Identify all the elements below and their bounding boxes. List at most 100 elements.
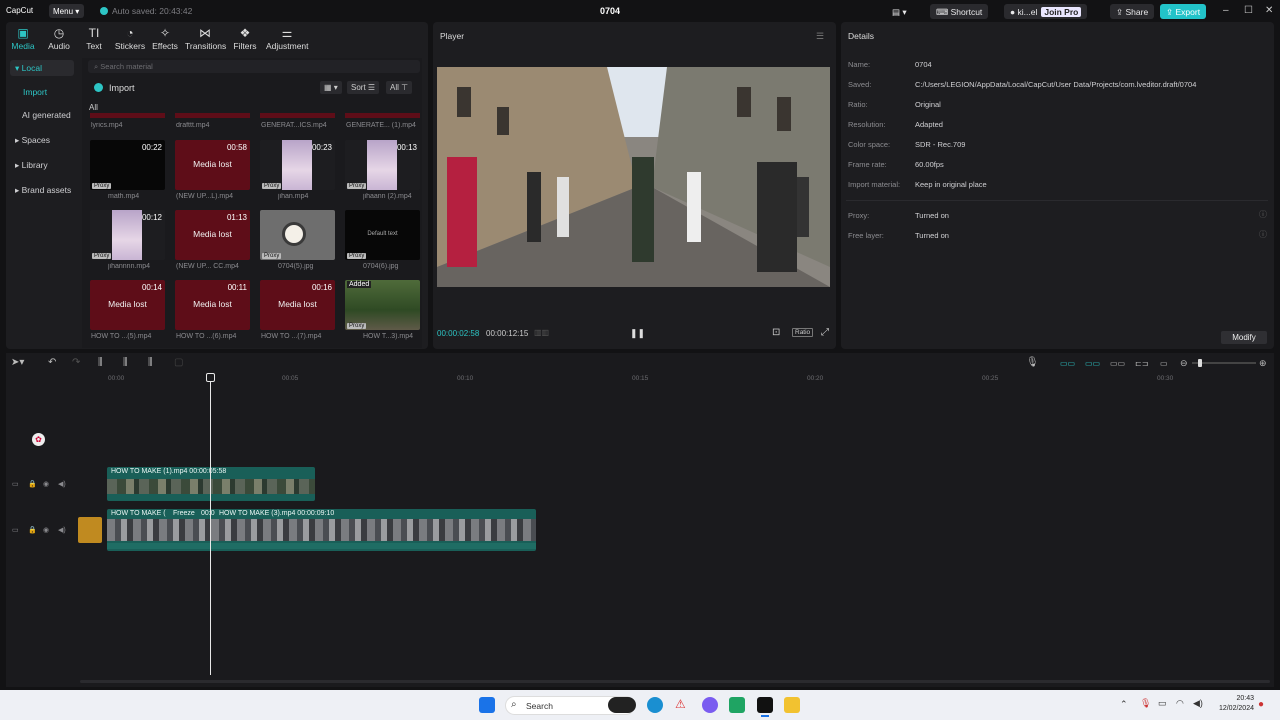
tab-filters[interactable]: ❖ Filters (225, 25, 265, 51)
redo-icon[interactable]: ↷ (72, 357, 80, 368)
zoom-in-icon[interactable]: ⊕ (1259, 358, 1267, 369)
media-card[interactable]: 00:23 Proxy (260, 140, 335, 190)
media-card[interactable]: Proxy (260, 210, 335, 260)
chevron-up-icon[interactable]: ⌃ (1120, 699, 1128, 710)
view-toggle-button[interactable]: ▦ ▾ (320, 81, 342, 94)
media-card[interactable]: 00:22 Proxy (90, 140, 165, 190)
filter-button[interactable]: All ⊤ (386, 81, 413, 94)
media-card[interactable]: 00:14 Media lost (90, 280, 165, 330)
main-track-magnet-icon[interactable]: ▭▭ (1060, 359, 1075, 368)
sidebar-item-brand-assets[interactable]: ▸ Brand assets (10, 182, 74, 198)
file-explorer-icon[interactable] (784, 697, 800, 713)
volume-icon[interactable]: ◀) (1193, 698, 1203, 709)
microphone-icon[interactable]: 🎙 (1026, 357, 1039, 368)
tab-transitions[interactable]: ⋈ Transitions (185, 25, 227, 51)
info-icon[interactable]: ⓘ (1259, 229, 1267, 240)
split-right-icon[interactable]: ⫼ (148, 357, 153, 368)
network-icon[interactable]: ▭ (1158, 698, 1167, 709)
zoom-out-icon[interactable]: ⊖ (1180, 358, 1188, 369)
media-card-top[interactable] (90, 113, 165, 118)
modify-button[interactable]: Modify (1221, 331, 1267, 344)
join-pro-badge[interactable]: Join Pro (1041, 7, 1082, 17)
close-icon[interactable]: ✕ (1265, 5, 1273, 16)
crop-icon[interactable]: ⊡ (772, 327, 780, 338)
captions-icon[interactable]: ▭ (1160, 359, 1168, 368)
media-card[interactable]: 00:13 Proxy (345, 140, 420, 190)
delete-icon[interactable]: ▢ (174, 357, 183, 368)
share-button[interactable]: ⇪ Share (1110, 4, 1155, 19)
playhead-handle[interactable] (206, 373, 215, 382)
user-account-button[interactable]: ● ki...el Join Pro (1004, 4, 1088, 19)
media-card[interactable]: Default text Proxy (345, 210, 420, 260)
tab-effects[interactable]: ✧ Effects (145, 25, 185, 51)
tab-audio[interactable]: ◷ Audio (39, 25, 79, 51)
tab-media[interactable]: ▣ Media (3, 25, 43, 51)
video-preview[interactable] (437, 67, 830, 287)
media-card[interactable]: 01:13 Media lost (175, 210, 250, 260)
sidebar-item-spaces[interactable]: ▸ Spaces (10, 132, 74, 148)
visibility-icon[interactable]: ◉ (43, 526, 49, 534)
split-left-icon[interactable]: ⫼ (123, 357, 128, 368)
linkage-icon[interactable]: ▭▭ (1110, 359, 1125, 368)
sidebar-item-import[interactable]: Import (10, 84, 74, 100)
preview-axis-icon[interactable]: ⊏⊐ (1135, 359, 1148, 368)
undo-icon[interactable]: ↶ (48, 357, 56, 368)
maximize-icon[interactable]: ☐ (1244, 5, 1253, 16)
info-icon[interactable]: ⓘ (1259, 209, 1267, 220)
media-card[interactable]: 00:11 Media lost (175, 280, 250, 330)
shortcut-button[interactable]: ⌨ Shortcut (930, 4, 989, 19)
media-card-top[interactable] (260, 113, 335, 118)
tab-label: Transitions (185, 41, 227, 51)
export-button[interactable]: ⇪ Export (1160, 4, 1207, 19)
fullscreen-icon[interactable]: ⤢ (821, 327, 829, 338)
main-track-clip[interactable]: HOW TO MAKE ( Freeze 00:0 HOW TO MAKE (3… (107, 509, 536, 551)
copilot-icon[interactable] (608, 697, 636, 713)
media-card[interactable]: 00:58 Media lost (175, 140, 250, 190)
layout-button[interactable]: ▤ ▾ (886, 4, 913, 19)
playhead[interactable] (210, 373, 211, 675)
menu-icon[interactable]: ☰ (816, 31, 824, 42)
microphone-icon[interactable]: 🎙 (1140, 698, 1151, 709)
lock-icon[interactable]: 🔒 (28, 480, 37, 488)
messenger-icon[interactable] (702, 697, 718, 713)
media-card[interactable]: 00:12 Proxy (90, 210, 165, 260)
pause-button[interactable]: ❚❚ (630, 328, 645, 339)
capcut-taskbar-icon[interactable] (757, 697, 773, 713)
visibility-icon[interactable]: ◉ (43, 480, 49, 488)
split-icon[interactable]: ⫼ (98, 357, 103, 368)
search-input[interactable]: ⌕ Search material (88, 60, 420, 73)
media-card[interactable]: Added Proxy (345, 280, 420, 330)
tab-text[interactable]: TI Text (74, 25, 114, 51)
media-card-top[interactable] (175, 113, 250, 118)
sidebar-item-ai-generated[interactable]: AI generated (10, 107, 74, 123)
menu-button[interactable]: Menu ▾ (49, 4, 84, 18)
minimize-icon[interactable]: – (1223, 5, 1229, 16)
media-card-top[interactable] (345, 113, 420, 118)
sticker-icon[interactable]: ✿ (32, 433, 45, 446)
timeline-scrollbar[interactable] (80, 680, 1270, 683)
edge-icon[interactable] (647, 697, 663, 713)
sheets-icon[interactable] (729, 697, 745, 713)
tab-stickers[interactable]: ◔ Stickers (110, 25, 150, 51)
import-button[interactable]: Import (94, 83, 135, 93)
sort-button[interactable]: Sort ☰ (347, 81, 380, 94)
notification-icon[interactable]: ● (1258, 699, 1264, 710)
waveform-icon[interactable]: ▥▥ (534, 328, 549, 337)
media-card[interactable]: 00:16 Media lost (260, 280, 335, 330)
windows-start-icon[interactable] (479, 697, 495, 713)
tab-adjustment[interactable]: ⚌ Adjustment (266, 25, 309, 51)
cover-thumbnail[interactable] (78, 517, 102, 543)
app-icon[interactable]: ⚠ (675, 697, 691, 713)
sidebar-item-local[interactable]: ▾ Local (10, 60, 74, 76)
sidebar-item-library[interactable]: ▸ Library (10, 157, 74, 173)
lock-icon[interactable]: 🔒 (28, 526, 37, 534)
ratio-button[interactable]: Ratio (792, 328, 814, 337)
select-tool-icon[interactable]: ➤▾ (11, 357, 24, 368)
overlay-clip[interactable]: HOW TO MAKE (1).mp4 00:00:05:58 (107, 467, 315, 501)
wifi-icon[interactable]: ◠ (1176, 698, 1184, 709)
audio-mute-icon[interactable]: ◀) (58, 480, 66, 488)
taskbar-clock[interactable]: 20:43 12/02/2024 (1210, 694, 1254, 714)
zoom-slider-handle[interactable] (1198, 359, 1202, 367)
auto-snap-icon[interactable]: ▭▭ (1085, 359, 1100, 368)
audio-mute-icon[interactable]: ◀) (58, 526, 66, 534)
